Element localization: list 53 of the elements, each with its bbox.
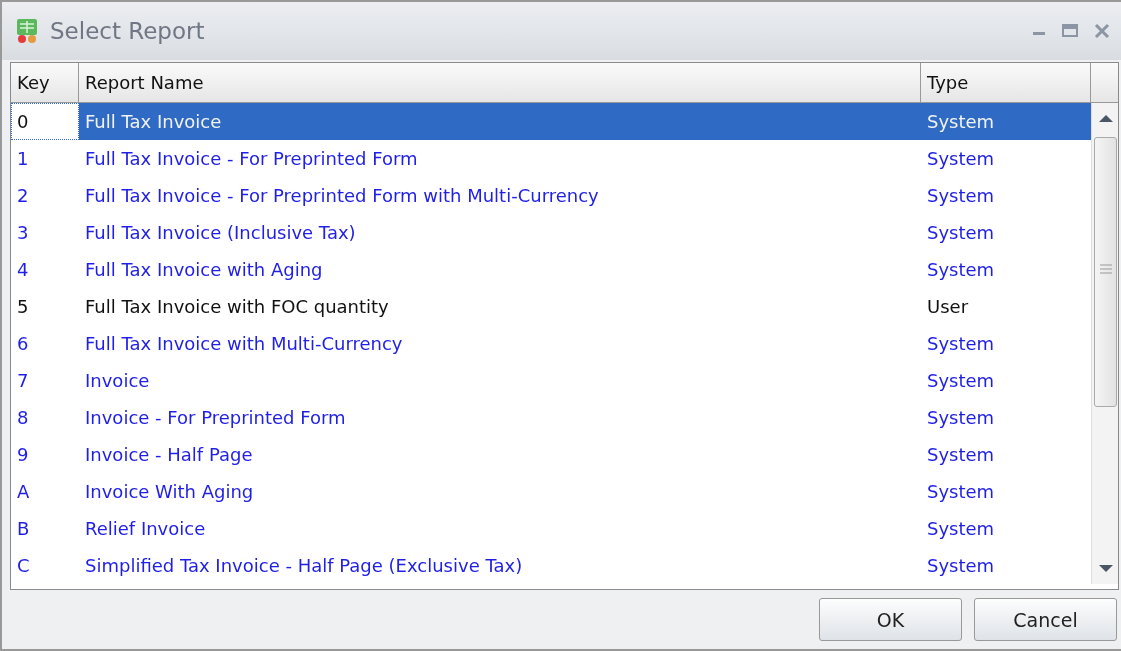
table-cell[interactable]: Full Tax Invoice with Multi-Currency <box>79 325 921 362</box>
table-cell[interactable]: Invoice <box>79 362 921 399</box>
table-cell[interactable]: Full Tax Invoice with FOC quantity <box>79 288 921 325</box>
table-cell[interactable]: 8 <box>11 399 79 436</box>
table-cell[interactable]: 5 <box>11 288 79 325</box>
table-cell[interactable]: Invoice - For Preprinted Form <box>79 399 921 436</box>
column-header[interactable]: Key <box>11 63 79 103</box>
table-cell[interactable]: 0 <box>11 103 79 140</box>
table-cell[interactable]: 6 <box>11 325 79 362</box>
table-cell[interactable]: System <box>921 436 1091 473</box>
table-cell[interactable]: System <box>921 140 1091 177</box>
table-cell[interactable]: Relief Invoice <box>79 510 921 547</box>
maximize-icon[interactable] <box>1061 23 1079 39</box>
table-cell[interactable]: 7 <box>11 362 79 399</box>
table-cell[interactable]: System <box>921 177 1091 214</box>
table-cell[interactable]: A <box>11 473 79 510</box>
table-cell[interactable]: Full Tax Invoice (Inclusive Tax) <box>79 214 921 251</box>
table-cell[interactable]: Full Tax Invoice with Aging <box>79 251 921 288</box>
window-title: Select Report <box>50 18 206 44</box>
table-cell[interactable]: User <box>921 288 1091 325</box>
table-cell[interactable]: Full Tax Invoice - For Preprinted Form with Multi-Currency <box>79 177 921 214</box>
dialog-button[interactable]: OK <box>819 598 962 641</box>
table-cell[interactable]: System <box>921 214 1091 251</box>
table-cell[interactable]: System <box>921 362 1091 399</box>
table-cell[interactable]: Full Tax Invoice <box>79 103 921 140</box>
table-cell[interactable]: System <box>921 510 1091 547</box>
table-cell[interactable]: System <box>921 251 1091 288</box>
scroll-down-icon[interactable] <box>1098 564 1114 574</box>
header-filler <box>1091 63 1118 103</box>
close-icon[interactable] <box>1093 22 1111 40</box>
table-cell[interactable]: Simplified Tax Invoice - Half Page (Exclusive Tax) <box>79 547 921 584</box>
scroll-up-icon[interactable] <box>1098 113 1114 123</box>
scrollbar[interactable] <box>1091 103 1118 584</box>
table-cell[interactable]: B <box>11 510 79 547</box>
scrollbar-thumb[interactable] <box>1094 137 1117 407</box>
table-cell[interactable]: System <box>921 547 1091 584</box>
table-cell[interactable]: 9 <box>11 436 79 473</box>
grip-icon <box>1100 264 1112 274</box>
table-cell[interactable]: C <box>11 547 79 584</box>
table-cell[interactable]: 4 <box>11 251 79 288</box>
table-cell[interactable]: System <box>921 399 1091 436</box>
table-cell[interactable]: 3 <box>11 214 79 251</box>
table-cell[interactable]: 1 <box>11 140 79 177</box>
table-cell[interactable]: System <box>921 325 1091 362</box>
table-cell[interactable]: System <box>921 103 1091 140</box>
column-header[interactable]: Report Name <box>79 63 921 103</box>
table-cell[interactable]: Invoice - Half Page <box>79 436 921 473</box>
table-cell[interactable]: System <box>921 473 1091 510</box>
table-cell[interactable]: 2 <box>11 177 79 214</box>
table-cell[interactable]: Invoice With Aging <box>79 473 921 510</box>
dialog-button[interactable]: Cancel <box>974 598 1117 641</box>
table-cell[interactable]: Full Tax Invoice - For Preprinted Form <box>79 140 921 177</box>
column-header[interactable]: Type <box>921 63 1091 103</box>
